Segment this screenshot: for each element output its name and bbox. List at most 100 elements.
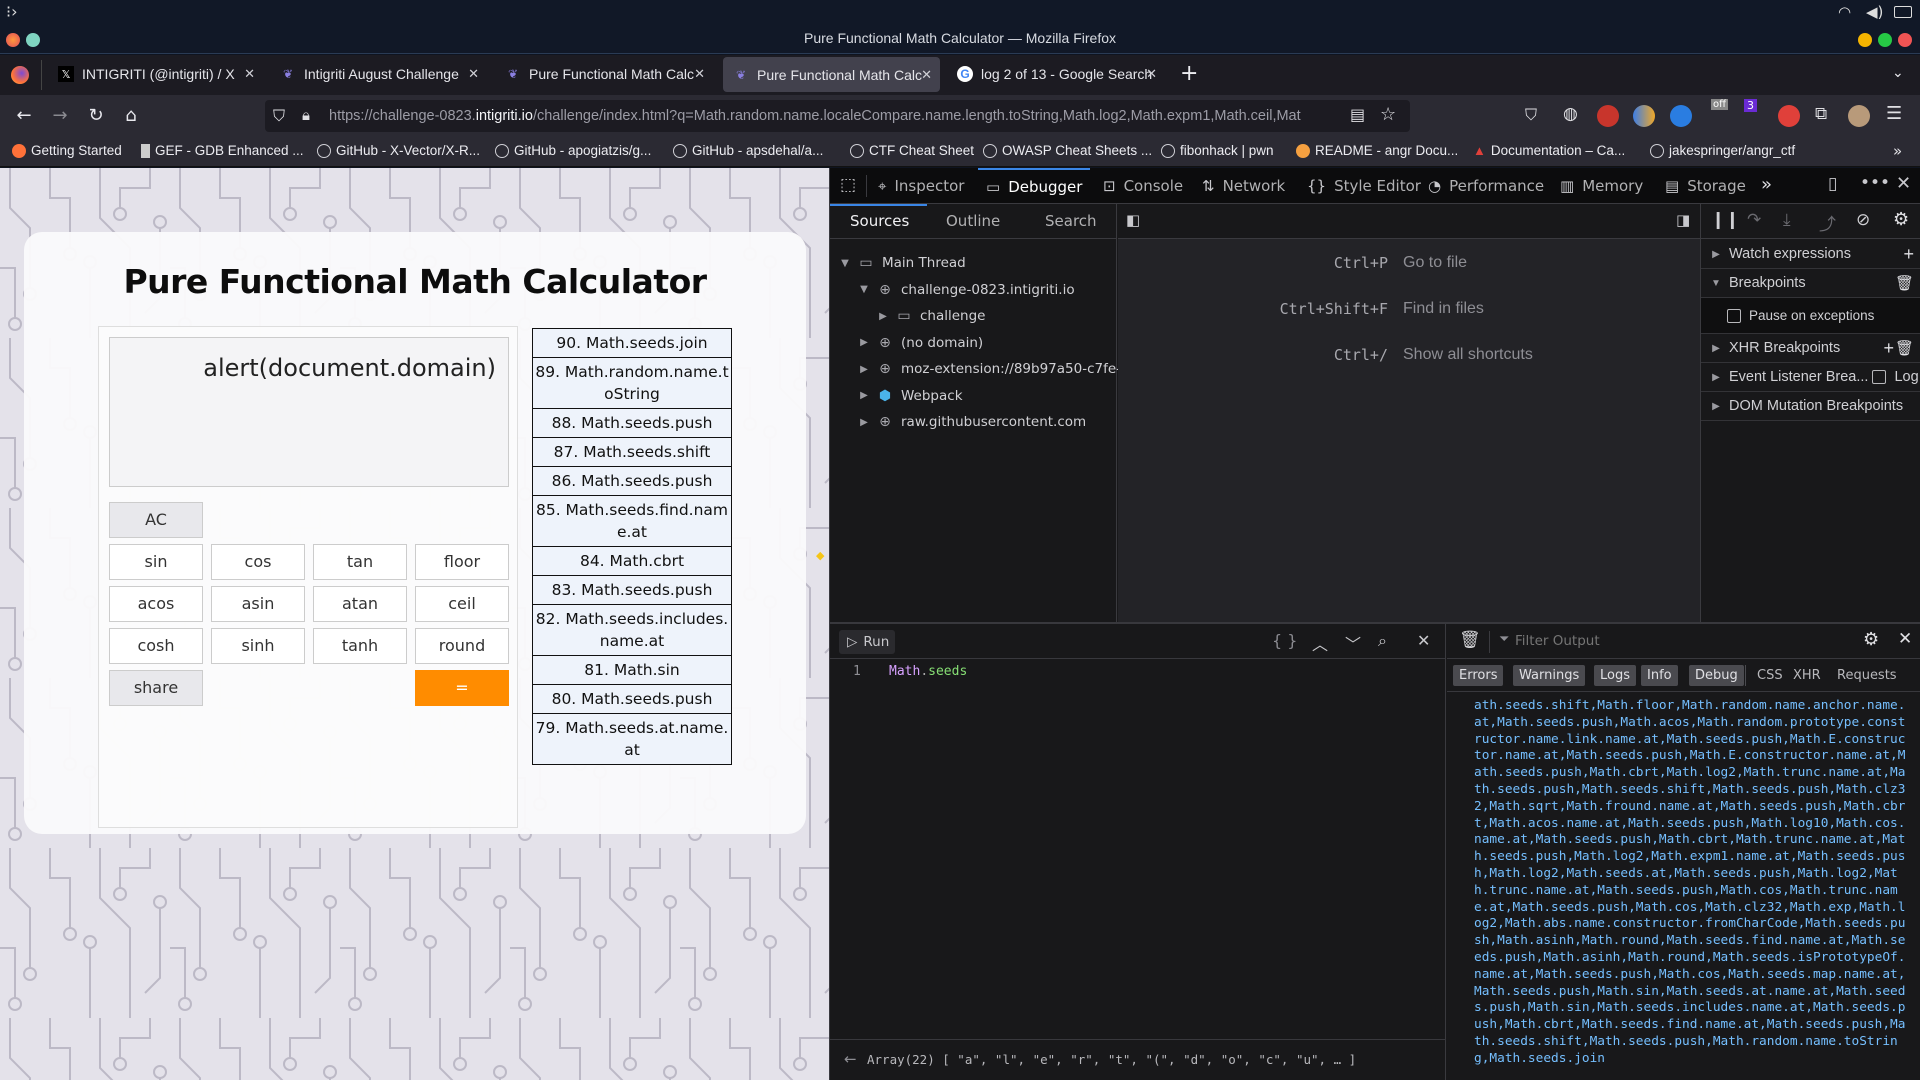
history-item[interactable]: 80. Math.seeds.push <box>533 685 731 714</box>
bookmark-item[interactable]: jakespringer/angr_ctf <box>1650 143 1795 158</box>
extension-off-badge[interactable]: off <box>1711 99 1729 110</box>
filter-debug[interactable]: Debug <box>1689 665 1744 686</box>
more-options-icon[interactable]: ••• <box>1860 173 1890 193</box>
close-devtools-icon[interactable]: ✕ <box>1896 173 1911 194</box>
history-item[interactable]: 79. Math.seeds.at.name.at <box>533 714 731 764</box>
more-tools-chevron-icon[interactable]: » <box>1761 174 1772 195</box>
asin-button[interactable]: asin <box>211 586 305 622</box>
bookmark-item[interactable]: GitHub - apogiatzis/g... <box>495 143 651 158</box>
cookie-icon[interactable]: ◍ <box>1563 104 1578 124</box>
history-item[interactable]: 85. Math.seeds.find.name.at <box>533 496 731 547</box>
toggle-debug-panel-icon[interactable]: ◨ <box>1676 211 1690 229</box>
home-button[interactable]: ⌂ <box>118 104 144 128</box>
extensions-puzzle-icon[interactable]: ⧉ <box>1815 104 1827 124</box>
bookmark-item[interactable]: GitHub - X-Vector/X-R... <box>317 143 480 158</box>
close-tab-icon[interactable]: ✕ <box>468 66 479 82</box>
bookmark-item[interactable]: fibonhack | pwn <box>1161 143 1274 158</box>
volume-icon[interactable]: ◀) <box>1866 3 1883 21</box>
tab-console[interactable]: ⊡ Console <box>1103 168 1183 204</box>
tab-debugger[interactable]: ▭ Debugger <box>978 168 1091 204</box>
toggle-sources-panel-icon[interactable]: ◧ <box>1126 211 1140 229</box>
tracking-protection-shield-icon[interactable]: ⛉ <box>273 106 285 126</box>
round-button[interactable]: round <box>415 628 509 664</box>
step-out-icon[interactable]: ⤴ <box>1819 210 1836 235</box>
history-item[interactable]: 81. Math.sin <box>533 656 731 685</box>
reload-button[interactable]: ↻ <box>83 104 109 128</box>
sinh-button[interactable]: sinh <box>211 628 305 664</box>
extension-count-badge[interactable]: 3 <box>1744 99 1757 112</box>
tree-item[interactable]: ▶ ⬢ Webpack <box>859 383 962 409</box>
bookmark-item[interactable]: CTF Cheat Sheet <box>850 143 974 158</box>
filter-info[interactable]: Info <box>1641 665 1678 686</box>
cosh-button[interactable]: cosh <box>109 628 203 664</box>
floor-button[interactable]: floor <box>415 544 509 580</box>
pretty-print-braces-icon[interactable]: { } <box>1272 631 1297 650</box>
battery-icon[interactable] <box>1894 6 1912 18</box>
tan-button[interactable]: tan <box>313 544 407 580</box>
debugger-settings-gear-icon[interactable]: ⚙ <box>1893 209 1909 230</box>
bookmark-item[interactable]: GitHub - apsdehal/a... <box>673 143 823 158</box>
account-avatar-icon[interactable] <box>1848 105 1870 127</box>
bookmark-item[interactable]: README - angr Docu... <box>1296 143 1458 158</box>
console-settings-gear-icon[interactable]: ⚙ <box>1863 629 1879 650</box>
tab-sources[interactable]: Sources <box>850 212 909 230</box>
close-tab-icon[interactable]: ✕ <box>244 66 255 82</box>
maximize-button[interactable] <box>1878 33 1892 47</box>
history-previous-icon[interactable]: ︿ <box>1312 631 1328 655</box>
xhr-breakpoints-section[interactable]: ▶ XHR Breakpoints + 🗑︎ <box>1701 334 1920 363</box>
bookmark-item[interactable]: ▲ Documentation – Ca... <box>1473 143 1625 158</box>
tree-item[interactable]: ▶ ⊕ (no domain) <box>859 330 983 356</box>
bookmark-item[interactable]: Getting Started <box>12 143 122 158</box>
bookmark-star-icon[interactable]: ☆ <box>1380 104 1396 125</box>
extension-icon[interactable] <box>1633 105 1655 127</box>
tab-inspector[interactable]: ⌖ Inspector <box>878 168 964 204</box>
log-checkbox[interactable] <box>1872 370 1887 384</box>
add-watch-icon[interactable]: + <box>1903 244 1914 265</box>
wifi-icon[interactable]: ◠ <box>1838 3 1851 21</box>
equals-button[interactable]: = <box>415 670 509 706</box>
tab-math-calc-1[interactable]: ❦ Pure Functional Math Calc ✕ <box>495 55 713 93</box>
result-value[interactable]: Array(22) [ "a", "l", "e", "r", "t", "("… <box>867 1052 1356 1067</box>
bookmark-item[interactable]: OWASP Cheat Sheets ... <box>983 143 1152 158</box>
cos-button[interactable]: cos <box>211 544 305 580</box>
expand-arrow-icon[interactable]: ▶ <box>859 364 869 375</box>
expand-arrow-icon[interactable]: ▶ <box>878 311 888 322</box>
extension-icon[interactable] <box>1778 105 1800 127</box>
forward-button[interactable]: → <box>47 104 73 128</box>
pause-on-exceptions-row[interactable]: Pause on exceptions <box>1701 298 1920 334</box>
filter-logs[interactable]: Logs <box>1594 665 1636 686</box>
share-button[interactable]: share <box>109 670 203 706</box>
url-text[interactable]: https://challenge-0823.intigriti.io/chal… <box>329 108 1339 124</box>
bookmark-item[interactable]: GEF - GDB Enhanced ... <box>141 143 304 158</box>
add-xhr-breakpoint-icon[interactable]: + <box>1883 338 1894 359</box>
expand-arrow-icon[interactable]: ▶ <box>859 337 869 348</box>
close-tab-icon[interactable]: ✕ <box>1146 66 1157 82</box>
tree-item[interactable]: ▼ ▭ Main Thread <box>840 250 966 276</box>
reverse-search-icon[interactable]: ⌕ <box>1378 631 1387 651</box>
history-item[interactable]: 90. Math.seeds.join <box>533 329 731 358</box>
filter-xhr[interactable]: XHR <box>1787 665 1827 686</box>
tree-item[interactable]: ▶ ⊕ moz-extension://89b97a50-c7fe-49c <box>859 356 1145 382</box>
extension-icon[interactable] <box>1670 105 1692 127</box>
tab-google-search[interactable]: G log 2 of 13 - Google Search ✕ <box>947 55 1165 93</box>
tree-item[interactable]: ▼ ⊕ challenge-0823.intigriti.io <box>859 277 1074 303</box>
tree-item[interactable]: ▶ ▭ challenge <box>878 303 985 329</box>
history-item[interactable]: 89. Math.random.name.toString <box>533 358 731 409</box>
minimize-button[interactable] <box>1858 33 1872 47</box>
clear-console-trash-icon[interactable]: 🗑︎ <box>1459 630 1481 650</box>
deactivate-breakpoints-icon[interactable]: ⊘ <box>1856 210 1870 230</box>
remove-xhr-breakpoints-trash-icon[interactable]: 🗑︎ <box>1895 339 1914 357</box>
element-picker-icon[interactable]: ⬚ <box>840 175 856 195</box>
tab-intigriti-x[interactable]: 𝕏 INTIGRITI (@intigriti) / X ✕ <box>48 55 263 93</box>
watch-expressions-section[interactable]: ▶ Watch expressions + <box>1701 240 1920 269</box>
breakpoints-section[interactable]: ▼ Breakpoints 🗑︎ <box>1701 269 1920 298</box>
translate-icon[interactable]: ▤ <box>1350 105 1365 124</box>
close-window-button[interactable] <box>1898 33 1912 47</box>
menu-hamburger-icon[interactable]: ☰ <box>1886 103 1902 124</box>
filter-requests[interactable]: Requests <box>1831 665 1903 686</box>
tab-style-editor[interactable]: {} Style Editor <box>1307 168 1421 204</box>
tab-search[interactable]: Search <box>1045 212 1097 230</box>
close-tab-icon[interactable]: ✕ <box>694 66 705 82</box>
pause-on-exceptions-checkbox[interactable] <box>1727 308 1741 323</box>
collapse-arrow-icon[interactable]: ▼ <box>859 284 869 295</box>
